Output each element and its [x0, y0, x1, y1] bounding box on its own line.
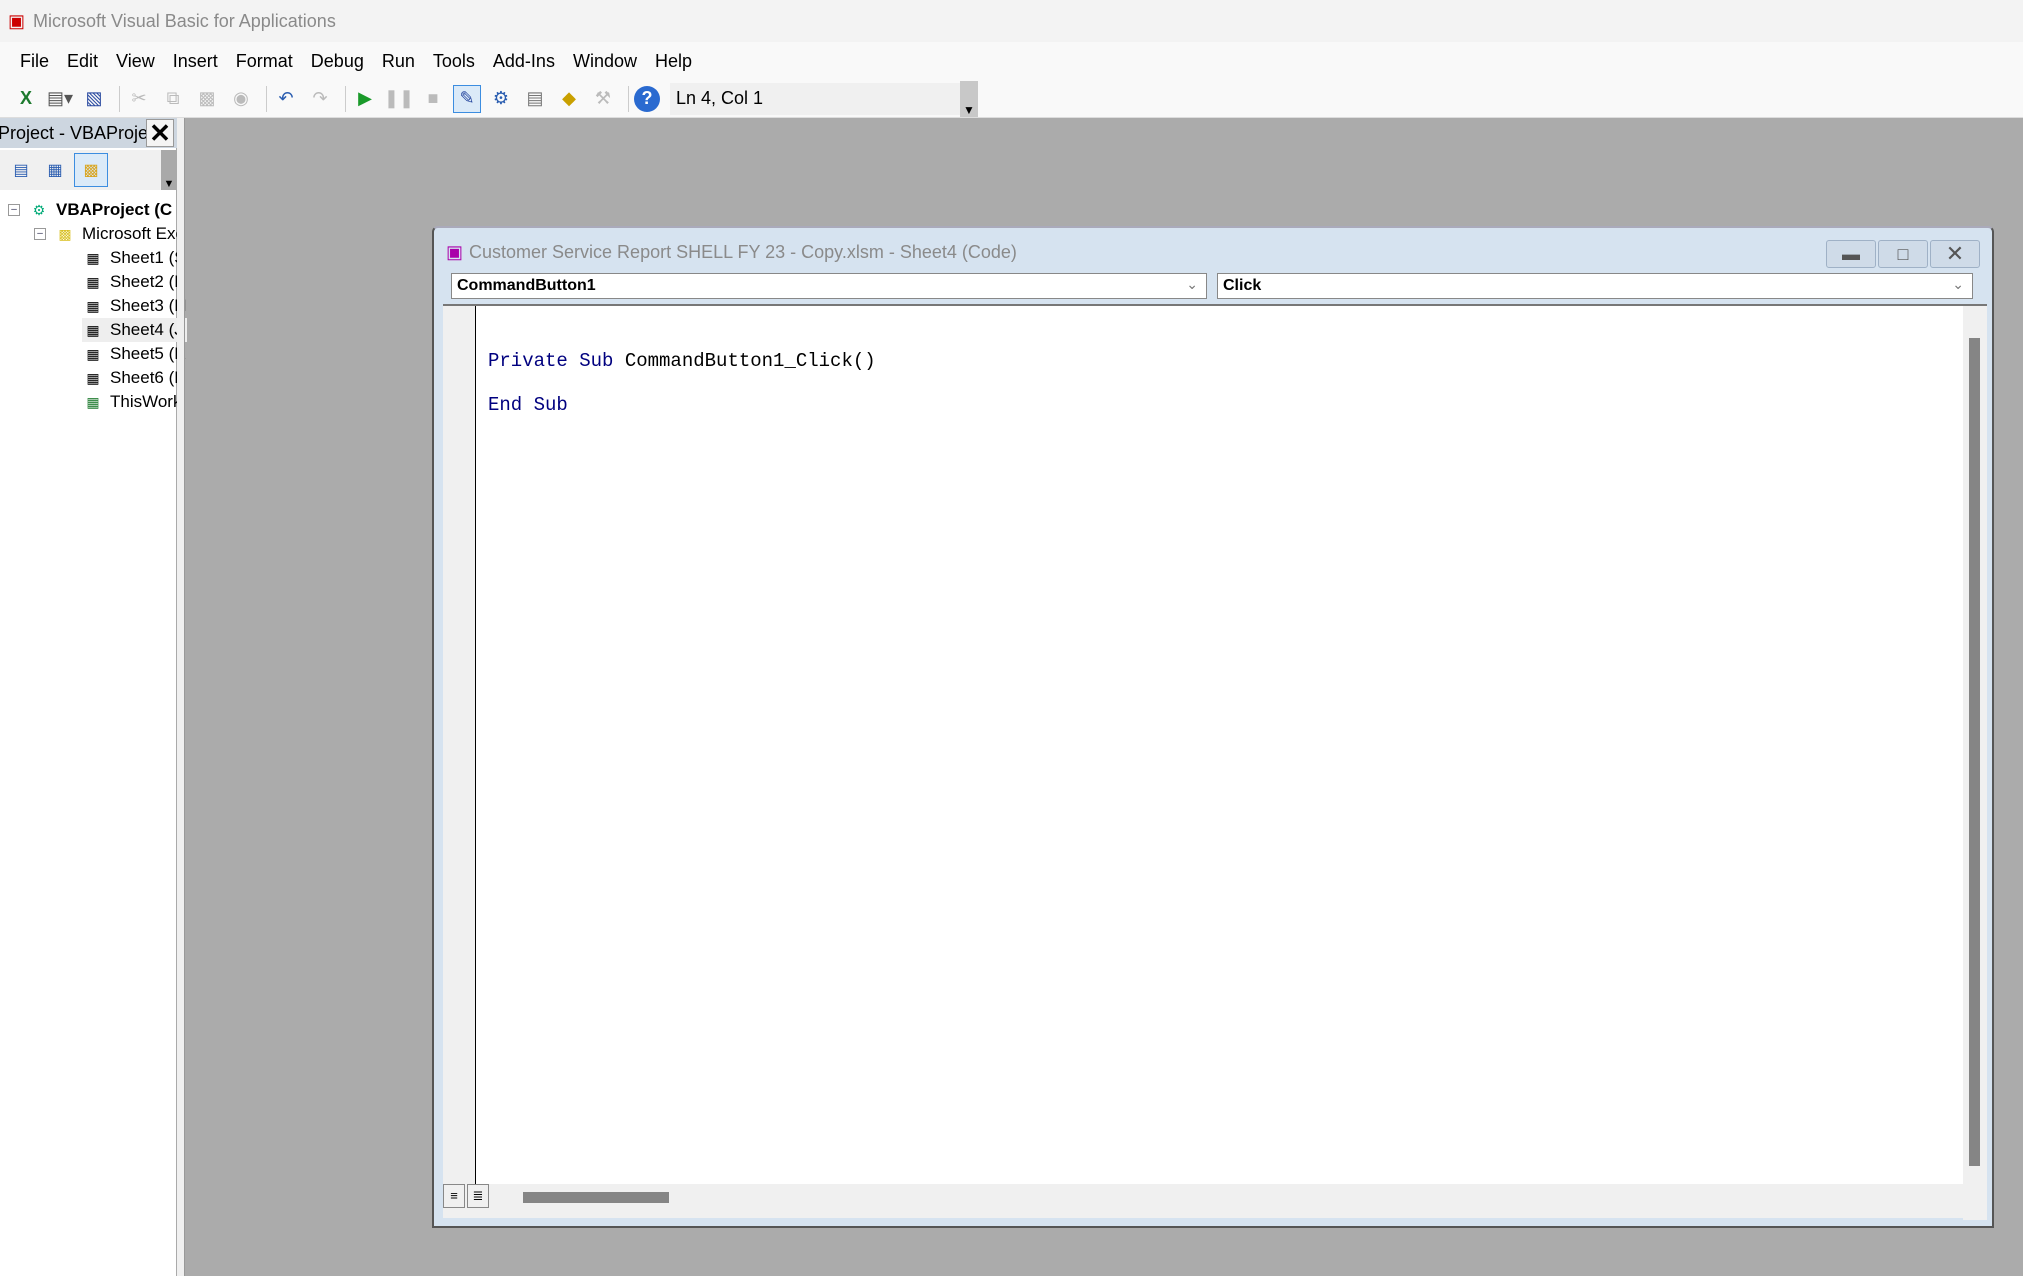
procedure-view-button[interactable]: ≡: [443, 1184, 465, 1208]
code-window-title-bar: ▣ Customer Service Report SHELL FY 23 - …: [446, 242, 1017, 263]
cursor-position-status: Ln 4, Col 1: [670, 82, 960, 115]
tree-item-sheet4[interactable]: ▦ Sheet4 (J: [82, 318, 187, 342]
copy-icon[interactable]: ⧉: [159, 85, 187, 113]
chevron-down-icon: ⌄: [1952, 276, 1964, 292]
undo-icon[interactable]: ↶: [272, 85, 300, 113]
properties-icon[interactable]: ▤: [521, 85, 549, 113]
save-icon[interactable]: ▧: [80, 85, 108, 113]
object-browser-icon[interactable]: ◆: [555, 85, 583, 113]
worksheet-icon: ▦: [86, 273, 100, 290]
find-icon[interactable]: ◉: [227, 85, 255, 113]
tree-item-sheet6[interactable]: ▦ Sheet6 (F: [82, 366, 187, 390]
vbaproject-icon: ⚙: [32, 201, 46, 218]
toolbar-options-button[interactable]: ▼: [960, 80, 978, 117]
paste-icon[interactable]: ▩: [193, 85, 221, 113]
tree-item-thisworkbook[interactable]: ▦ ThisWork: [82, 390, 187, 414]
menu-file[interactable]: File: [20, 51, 49, 72]
insert-userform-icon[interactable]: ▤▾: [46, 85, 74, 113]
break-icon[interactable]: ❚❚: [384, 85, 414, 113]
project-tree: – ⚙ VBAProject (C – ▩ Microsoft Exc ▦ Sheet1 …: [8, 198, 187, 414]
code-line[interactable]: End Sub: [488, 394, 568, 416]
menu-help[interactable]: Help: [655, 51, 692, 72]
menu-tools[interactable]: Tools: [433, 51, 475, 72]
app-title-bar: ▣ Microsoft Visual Basic for Application…: [0, 0, 2023, 42]
horizontal-scrollbar[interactable]: ≡ ≣: [443, 1184, 1987, 1218]
tree-item-microsoft-excel-objects[interactable]: – ▩ Microsoft Exc: [34, 222, 187, 246]
menu-insert[interactable]: Insert: [173, 51, 218, 72]
project-panel-toolbar: ▤ ▦ ▩ ▼: [0, 150, 177, 190]
project-explorer-panel: Project - VBAProject ✕ ▤ ▦ ▩ ▼ – ⚙ VBAProj…: [0, 118, 187, 1276]
code-line[interactable]: Private Sub CommandButton1_Click(): [488, 350, 876, 372]
worksheet-icon: ▦: [86, 249, 100, 266]
object-dropdown[interactable]: CommandButton1 ⌄: [451, 273, 1207, 299]
code-window-title: Customer Service Report SHELL FY 23 - Co…: [469, 242, 1017, 262]
code-window: ▣ Customer Service Report SHELL FY 23 - …: [432, 226, 1994, 1228]
tree-item-sheet3[interactable]: ▦ Sheet3 (N: [82, 294, 186, 318]
menu-edit[interactable]: Edit: [67, 51, 98, 72]
collapse-icon[interactable]: –: [8, 204, 20, 216]
menu-format[interactable]: Format: [236, 51, 293, 72]
menu-add-ins[interactable]: Add-Ins: [493, 51, 555, 72]
close-button[interactable]: ✕: [1930, 240, 1980, 268]
menu-view[interactable]: View: [116, 51, 155, 72]
code-editor[interactable]: Private Sub CommandButton1_Click() End S…: [443, 304, 1987, 1220]
worksheet-icon: ▦: [86, 321, 100, 338]
collapse-icon[interactable]: –: [34, 228, 46, 240]
minimize-button[interactable]: ▬: [1826, 240, 1876, 268]
maximize-button[interactable]: □: [1878, 240, 1928, 268]
run-icon[interactable]: ▶: [351, 85, 379, 113]
workbook-icon: ▦: [86, 393, 100, 410]
margin-indicator-bar[interactable]: [443, 306, 476, 1186]
worksheet-icon: ▦: [86, 297, 100, 314]
full-module-view-button[interactable]: ≣: [467, 1184, 489, 1208]
horizontal-scroll-thumb[interactable]: [523, 1192, 669, 1203]
vba-app-icon: ▣: [8, 10, 26, 31]
menu-run[interactable]: Run: [382, 51, 415, 72]
panel-toolbar-options[interactable]: ▼: [161, 150, 177, 190]
toggle-folders-icon[interactable]: ▩: [74, 153, 108, 187]
excel-icon[interactable]: X: [12, 85, 40, 113]
menu-window[interactable]: Window: [573, 51, 637, 72]
procedure-dropdown[interactable]: Click ⌄: [1217, 273, 1973, 299]
worksheet-icon: ▦: [86, 345, 100, 362]
standard-toolbar: X ▤▾ ▧ ✂ ⧉ ▩ ◉ ↶ ↷ ▶ ❚❚ ■ ✎ ⚙ ▤ ◆ ⚒ ? Ln…: [0, 80, 2023, 118]
project-explorer-icon[interactable]: ⚙: [487, 85, 515, 113]
toolbox-icon[interactable]: ⚒: [589, 85, 617, 113]
redo-icon[interactable]: ↷: [306, 85, 334, 113]
worksheet-icon: ▦: [86, 369, 100, 386]
tree-item-sheet1[interactable]: ▦ Sheet1 (S: [82, 246, 187, 270]
design-mode-icon[interactable]: ✎: [453, 84, 481, 113]
tree-item-sheet2[interactable]: ▦ Sheet2 (F: [82, 270, 187, 294]
panel-splitter[interactable]: [177, 118, 185, 1276]
code-module-icon: ▣: [446, 242, 464, 262]
tree-item-vbaproject[interactable]: – ⚙ VBAProject (C: [8, 198, 187, 222]
menu-debug[interactable]: Debug: [311, 51, 364, 72]
reset-icon[interactable]: ■: [419, 85, 447, 113]
folder-icon: ▩: [58, 225, 72, 242]
close-icon[interactable]: ✕: [146, 119, 174, 147]
menu-bar: File Edit View Insert Format Debug Run T…: [0, 42, 2023, 80]
cut-icon[interactable]: ✂: [125, 85, 153, 113]
view-object-icon[interactable]: ▦: [40, 157, 70, 183]
view-code-icon[interactable]: ▤: [6, 157, 36, 183]
vertical-scrollbar[interactable]: [1963, 306, 1987, 1220]
vertical-scroll-thumb[interactable]: [1969, 338, 1980, 1166]
help-icon[interactable]: ?: [634, 85, 660, 112]
tree-item-sheet5[interactable]: ▦ Sheet5 (K: [82, 342, 187, 366]
chevron-down-icon: ⌄: [1186, 276, 1198, 292]
app-title: Microsoft Visual Basic for Applications: [33, 10, 336, 31]
